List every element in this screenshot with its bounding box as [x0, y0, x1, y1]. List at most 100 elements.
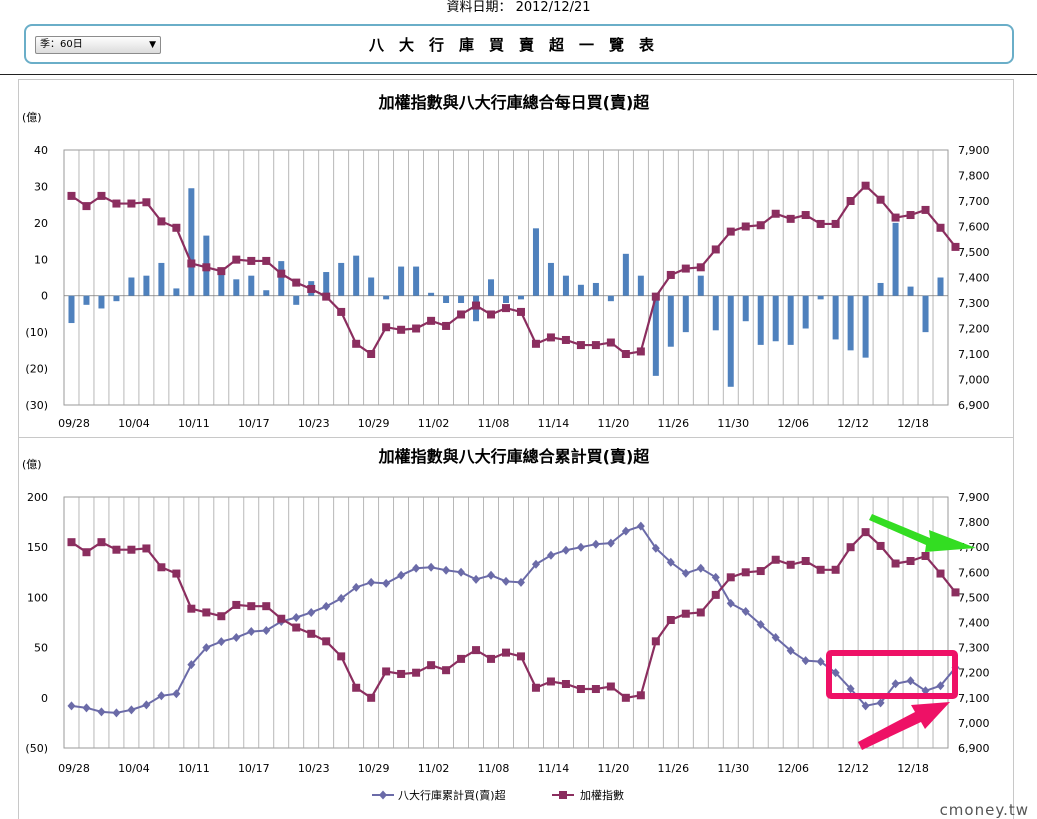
index-point	[442, 321, 451, 330]
index-point	[936, 569, 945, 578]
legend-marker-index	[559, 791, 567, 799]
bar	[517, 295, 524, 300]
bar	[68, 295, 75, 324]
index-point	[352, 339, 361, 348]
bar	[937, 277, 944, 296]
x-tick-label: 10/29	[358, 417, 390, 430]
index-point	[307, 629, 316, 638]
index-point	[382, 323, 391, 332]
bar	[817, 295, 824, 300]
x-tick-label: 11/26	[657, 762, 689, 775]
y2-tick-label: 7,600	[958, 566, 990, 579]
bar	[577, 284, 584, 296]
index-point	[457, 310, 466, 319]
index-point	[142, 544, 151, 553]
index-point	[97, 538, 106, 547]
index-point	[681, 609, 690, 618]
index-point	[127, 545, 136, 554]
index-point	[427, 661, 436, 670]
index-point	[277, 614, 286, 623]
index-point	[621, 693, 630, 702]
index-point	[427, 316, 436, 325]
y2-tick-label: 7,100	[958, 348, 990, 361]
index-point	[906, 557, 915, 566]
index-point	[636, 347, 645, 356]
bar	[458, 295, 465, 303]
index-point	[801, 211, 810, 220]
index-point	[711, 590, 720, 599]
bar	[128, 277, 135, 296]
index-point	[262, 602, 271, 611]
x-tick-label: 12/18	[897, 417, 929, 430]
y2-tick-label: 7,800	[958, 170, 990, 183]
index-point	[861, 528, 870, 537]
index-point	[756, 221, 765, 230]
x-tick-label: 12/12	[837, 417, 869, 430]
index-point	[546, 677, 555, 686]
index-point	[217, 267, 226, 276]
index-point	[112, 545, 121, 554]
x-tick-label: 11/08	[478, 762, 510, 775]
index-point	[352, 683, 361, 692]
index-point	[651, 292, 660, 301]
bar	[323, 272, 330, 296]
index-point	[561, 679, 570, 688]
index-point	[112, 199, 121, 208]
index-point	[127, 199, 136, 208]
y-axis-unit: (億)	[22, 458, 42, 471]
bar	[353, 255, 360, 296]
index-point	[202, 263, 211, 272]
index-point	[726, 227, 735, 236]
index-point	[142, 198, 151, 207]
x-tick-label: 10/11	[178, 417, 210, 430]
index-point	[936, 223, 945, 232]
y2-tick-label: 7,100	[958, 692, 990, 705]
bar	[922, 295, 929, 333]
y2-tick-label: 7,900	[958, 491, 990, 504]
y2-tick-label: 7,500	[958, 246, 990, 259]
y2-tick-label: 7,400	[958, 272, 990, 285]
bar	[622, 253, 629, 296]
index-point	[472, 646, 481, 655]
plot-area	[63, 149, 949, 406]
plot-area	[63, 496, 949, 749]
x-tick-label: 11/14	[538, 417, 570, 430]
index-point	[651, 637, 660, 646]
index-point	[831, 219, 840, 228]
index-point	[97, 191, 106, 200]
index-point	[951, 588, 960, 597]
bar	[787, 295, 794, 345]
x-tick-label: 12/06	[777, 762, 809, 775]
y2-tick-label: 7,200	[958, 323, 990, 336]
bar	[158, 262, 165, 296]
index-point	[516, 652, 525, 661]
index-point	[921, 551, 930, 560]
bar	[383, 295, 390, 300]
bar	[772, 295, 779, 342]
bar	[877, 282, 884, 296]
y-axis-unit: (億)	[22, 111, 42, 124]
index-point	[322, 292, 331, 301]
y2-tick-label: 7,800	[958, 516, 990, 529]
index-point	[487, 654, 496, 663]
x-tick-label: 11/02	[418, 762, 450, 775]
bar	[532, 228, 539, 296]
bar	[278, 261, 285, 296]
x-tick-label: 11/20	[598, 762, 630, 775]
index-point	[726, 573, 735, 582]
index-point	[591, 685, 600, 694]
charts-canvas: 加權指數與八大行庫總合每日買(賣)超(億)403020100(10)(20)(3…	[22, 93, 990, 802]
y-tick-label: 40	[34, 144, 48, 157]
index-point	[801, 557, 810, 566]
x-tick-label: 11/30	[717, 762, 749, 775]
index-point	[681, 264, 690, 273]
index-point	[67, 538, 76, 547]
x-tick-label: 10/23	[298, 417, 330, 430]
bar	[113, 295, 120, 302]
y2-tick-label: 7,600	[958, 221, 990, 234]
index-point	[397, 325, 406, 334]
index-point	[232, 600, 241, 609]
bar	[637, 275, 644, 296]
bar	[503, 295, 509, 303]
y2-tick-label: 6,900	[958, 742, 990, 755]
